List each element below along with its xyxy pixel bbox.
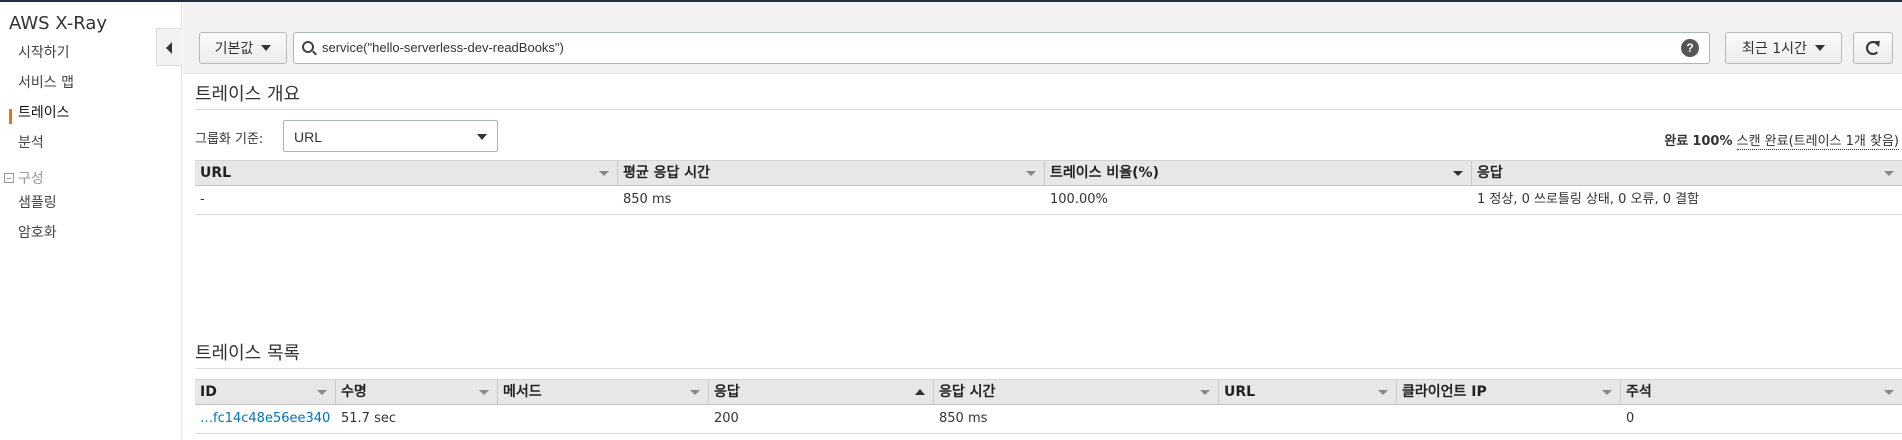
column-header-id[interactable]: ID [195,380,336,404]
sort-caret-icon [690,390,700,395]
groupby-select[interactable]: URL [283,120,498,152]
column-header-label: URL [200,165,232,181]
sort-ascending-icon [915,389,925,395]
column-header-age[interactable]: 수명 [336,380,498,404]
cell-avg-response: 850 ms [623,192,672,207]
refresh-button[interactable] [1853,32,1893,64]
help-icon[interactable]: ? [1681,39,1699,57]
sort-caret-icon [1884,171,1894,176]
sort-caret-icon [599,171,609,176]
column-header-label: 트레이스 비율(%) [1050,165,1159,181]
column-header-label: 주석 [1626,384,1652,400]
sidebar-item-sampling[interactable]: 샘플링 [18,192,57,212]
sort-caret-icon [1453,171,1463,176]
sidebar-group-configuration[interactable]: 구성 [4,168,44,188]
column-header-url[interactable]: URL [1219,380,1397,404]
column-header-url[interactable]: URL [195,161,618,185]
traces-overview-title: 트레이스 개요 [195,84,301,105]
groupby-value: URL [294,129,323,145]
column-header-method[interactable]: 메서드 [498,380,709,404]
column-header-label: 응답 [714,384,740,400]
scan-status-detail[interactable]: 스캔 완료(트레이스 1개 찾음) [1736,134,1899,150]
scan-status-prefix: 완료 [1664,134,1689,149]
active-indicator [9,109,12,124]
search-icon [302,41,314,53]
sidebar-group-label: 구성 [18,171,44,187]
filter-expression-value: service("hello-serverless-dev-readBooks"… [322,40,564,55]
cell-age: 51.7 sec [341,411,396,426]
time-range-button[interactable]: 최근 1시간 [1725,32,1842,64]
sort-caret-icon [1200,390,1210,395]
cell-client-ip [1397,405,1402,433]
groupby-label: 그룹화 기준: [195,132,264,147]
trace-list-header: ID 수명 메서드 응답 응답 시간 URL 클라이언트 IP 주석 [195,379,1902,405]
refresh-icon [1866,41,1880,55]
cell-method [498,405,503,433]
sort-caret-icon [317,390,327,395]
caret-down-icon [477,134,487,140]
app-title: AWS X-Ray [9,13,107,34]
column-header-response[interactable]: 응답 [1472,161,1902,185]
sort-caret-icon [1884,390,1894,395]
column-header-label: 평균 응답 시간 [623,165,711,181]
sort-caret-icon [1378,390,1388,395]
column-header-label: URL [1224,384,1256,400]
cell-response: 1 정상, 0 쓰로틀링 상태, 0 오류, 0 결함 [1477,192,1700,207]
column-header-response-time[interactable]: 응답 시간 [934,380,1219,404]
filter-toolbar: 기본값 service("hello-serverless-dev-readBo… [183,2,1902,74]
table-row[interactable]: …fc14c48e56ee340 51.7 sec 200 850 ms 0 [195,405,1902,434]
cell-trace-id-link[interactable]: …fc14c48e56ee340 [195,405,330,433]
main-content: 기본값 service("hello-serverless-dev-readBo… [183,2,1902,440]
sidebar-item-getting-started[interactable]: 시작하기 [18,42,70,62]
cell-response-time: 850 ms [939,411,988,426]
table-row[interactable]: - 850 ms 100.00% 1 정상, 0 쓰로틀링 상태, 0 오류, … [195,186,1902,215]
scan-status: 완료 100% 스캔 완료(트레이스 1개 찾음) [1664,130,1899,150]
column-header-label: 응답 시간 [939,384,996,400]
caret-down-icon [1814,45,1825,51]
cell-url [1219,405,1224,433]
default-filter-label: 기본값 [214,41,254,57]
filter-expression-input[interactable]: service("hello-serverless-dev-readBooks"… [293,32,1710,64]
sidebar-collapse-button[interactable] [156,28,182,66]
cell-annotations: 0 [1626,411,1635,426]
sidebar-item-encryption[interactable]: 암호화 [18,222,57,242]
column-header-label: 클라이언트 IP [1402,384,1487,400]
sidebar: AWS X-Ray 시작하기 서비스 맵 트레이스 분석 구성 샘플링 암호화 [0,2,182,440]
sidebar-item-analytics[interactable]: 분석 [18,132,44,152]
sidebar-item-traces[interactable]: 트레이스 [18,102,70,122]
divider [195,368,1902,369]
overview-table-header: URL 평균 응답 시간 트레이스 비율(%) 응답 [195,160,1902,186]
time-range-label: 최근 1시간 [1742,41,1807,57]
cell-url: - [200,192,205,207]
cell-trace-ratio: 100.00% [1050,192,1108,207]
column-header-response[interactable]: 응답 [709,380,934,404]
sort-caret-icon [1602,390,1612,395]
column-header-label: 응답 [1477,165,1503,181]
sidebar-item-service-map[interactable]: 서비스 맵 [18,72,74,92]
cell-response: 200 [714,411,739,426]
column-header-avg-response[interactable]: 평균 응답 시간 [618,161,1045,185]
column-header-trace-ratio[interactable]: 트레이스 비율(%) [1045,161,1472,185]
collapse-minus-icon [4,173,14,183]
default-filter-button[interactable]: 기본값 [199,32,287,64]
column-header-label: 수명 [341,384,367,400]
caret-down-icon [261,45,272,51]
sort-caret-icon [1026,171,1036,176]
trace-list-title: 트레이스 목록 [195,343,301,364]
sort-caret-icon [479,390,489,395]
column-header-label: ID [200,384,217,400]
column-header-label: 메서드 [503,384,542,400]
column-header-annotations[interactable]: 주석 [1621,380,1902,404]
scan-status-percent: 100% [1692,134,1733,149]
column-header-client-ip[interactable]: 클라이언트 IP [1397,380,1621,404]
divider [195,109,1902,110]
